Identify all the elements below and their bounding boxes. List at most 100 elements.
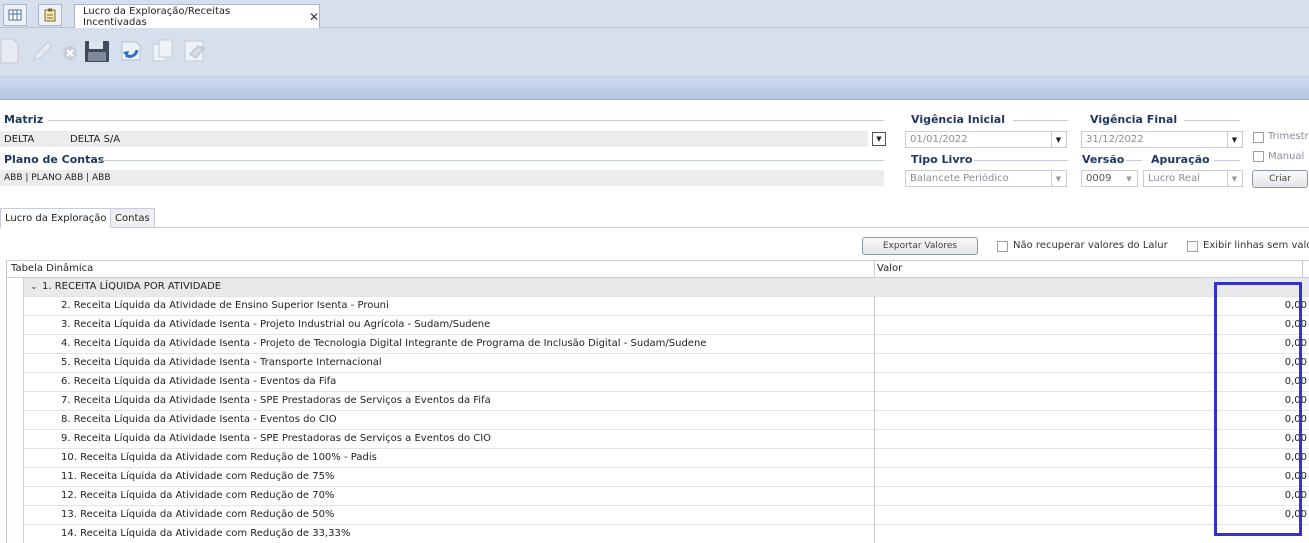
column-separator <box>874 297 875 543</box>
vigencia-inicial-label: Vigência Inicial <box>911 113 1005 126</box>
tipo-livro-dropdown[interactable]: ▼ <box>1051 171 1065 186</box>
row-indicator <box>7 278 24 297</box>
row-label: 3. Receita Líquida da Atividade Isenta -… <box>61 319 491 330</box>
row-label: 8. Receita Líquida da Atividade Isenta -… <box>61 414 337 425</box>
vigencia-final-input[interactable]: 31/12/2022 <box>1081 131 1243 148</box>
table-row[interactable]: 12. Receita Líquida da Atividade com Red… <box>7 487 1309 506</box>
clipboard-icon <box>44 8 56 22</box>
row-label: 7. Receita Líquida da Atividade Isenta -… <box>61 395 491 406</box>
highlight-box <box>1214 282 1302 536</box>
table-row[interactable]: 5. Receita Líquida da Atividade Isenta -… <box>7 354 1309 373</box>
manual-checkbox[interactable] <box>1253 151 1264 162</box>
nao-recuperar-checkbox[interactable] <box>997 241 1008 252</box>
table-row[interactable]: 13. Receita Líquida da Atividade com Red… <box>7 506 1309 525</box>
trimestral-checkbox[interactable] <box>1253 132 1264 143</box>
row-label: 12. Receita Líquida da Atividade com Red… <box>61 490 335 501</box>
vigencia-inicial-dropdown[interactable]: ▼ <box>1051 132 1065 147</box>
divider <box>1126 160 1142 161</box>
versao-value: 0009 <box>1086 173 1112 184</box>
trimestral-label: Trimestr <box>1268 131 1309 142</box>
row-indicator <box>7 392 24 411</box>
chevron-down-icon: ▼ <box>1126 174 1132 183</box>
table-row[interactable]: 6. Receita Líquida da Atividade Isenta -… <box>7 373 1309 392</box>
table-row[interactable]: 4. Receita Líquida da Atividade Isenta -… <box>7 335 1309 354</box>
exibir-linhas-label: Exibir linhas sem valo <box>1203 240 1309 251</box>
tab-contas[interactable]: Contas <box>110 208 155 228</box>
exportar-valores-button[interactable]: Exportar Valores <box>862 237 978 255</box>
matriz-dropdown[interactable]: ▼ <box>872 132 886 146</box>
new-document-icon <box>0 38 19 64</box>
table-row[interactable]: 8. Receita Líquida da Atividade Isenta -… <box>7 411 1309 430</box>
grid-icon <box>8 9 22 21</box>
cancel-icon <box>63 46 77 60</box>
tab-lucro-exploracao-label: Lucro da Exploração <box>5 213 107 224</box>
row-label: 14. Receita Líquida da Atividade com Red… <box>61 528 351 539</box>
row-indicator <box>7 354 24 373</box>
table-row[interactable]: 14. Receita Líquida da Atividade com Red… <box>7 525 1309 543</box>
table-row[interactable]: 7. Receita Líquida da Atividade Isenta -… <box>7 392 1309 411</box>
undo-button[interactable] <box>116 36 146 66</box>
save-button[interactable] <box>82 36 112 66</box>
vigencia-final-value: 31/12/2022 <box>1086 134 1144 145</box>
criar-button[interactable]: Criar <box>1252 170 1308 188</box>
copy-button[interactable] <box>148 36 178 66</box>
tab-divider <box>152 227 1309 228</box>
row-indicator <box>7 373 24 392</box>
table-row[interactable]: 9. Receita Líquida da Atividade Isenta -… <box>7 430 1309 449</box>
tab-lucro-exploracao[interactable]: Lucro da Exploração <box>0 208 112 228</box>
cancel-button[interactable] <box>55 36 85 66</box>
close-tab-icon[interactable]: ✕ <box>309 10 319 24</box>
grid-view-button[interactable] <box>3 4 27 26</box>
row-indicator <box>7 430 24 449</box>
row-indicator <box>7 297 24 316</box>
vigencia-inicial-input[interactable]: 01/01/2022 <box>905 131 1067 148</box>
document-tab[interactable]: Lucro da Exploração/Receitas Incentivada… <box>74 4 320 28</box>
edit-button[interactable] <box>28 36 58 66</box>
chevron-down-icon[interactable]: ⌄ <box>30 282 38 292</box>
table-row[interactable]: 10. Receita Líquida da Atividade com Red… <box>7 449 1309 468</box>
col-valor[interactable]: Valor <box>877 263 902 274</box>
row-indicator <box>7 449 24 468</box>
versao-dropdown[interactable]: ▼ <box>1122 171 1136 186</box>
form-view-button[interactable] <box>38 4 62 26</box>
nao-recuperar-label: Não recuperar valores do Lalur <box>1013 240 1168 251</box>
plano-field <box>0 170 884 186</box>
new-button[interactable] <box>0 36 24 66</box>
divider <box>102 160 884 161</box>
exibir-linhas-checkbox[interactable] <box>1187 241 1198 252</box>
row-label: 11. Receita Líquida da Atividade com Red… <box>61 471 335 482</box>
row-indicator <box>7 316 24 335</box>
apuracao-dropdown[interactable]: ▼ <box>1227 171 1241 186</box>
column-separator <box>1302 261 1303 279</box>
row-indicator <box>7 335 24 354</box>
grid-header: Tabela Dinâmica Valor <box>7 260 1309 279</box>
tipo-livro-label: Tipo Livro <box>911 153 973 166</box>
vigencia-final-dropdown[interactable]: ▼ <box>1227 132 1241 147</box>
plano-label: Plano de Contas <box>4 153 105 166</box>
vigencia-inicial-value: 01/01/2022 <box>910 134 968 145</box>
copy-icon <box>152 39 173 62</box>
undo-icon <box>121 41 141 61</box>
table-row[interactable]: 2. Receita Líquida da Atividade de Ensin… <box>7 297 1309 316</box>
divider <box>1214 160 1240 161</box>
row-indicator <box>7 468 24 487</box>
document-tab-title: Lucro da Exploração/Receitas Incentivada… <box>83 5 231 28</box>
row-label: 13. Receita Líquida da Atividade com Red… <box>61 509 335 520</box>
group-row[interactable]: ⌄ 1. RECEITA LÍQUIDA POR ATIVIDADE <box>7 278 1309 297</box>
separator-bar <box>0 76 1309 100</box>
row-label: 4. Receita Líquida da Atividade Isenta -… <box>61 338 707 349</box>
matriz-name: DELTA S/A <box>70 134 121 145</box>
group-label: 1. RECEITA LÍQUIDA POR ATIVIDADE <box>42 281 222 292</box>
divider <box>48 120 884 121</box>
save-icon <box>85 41 109 62</box>
clear-button[interactable] <box>180 36 210 66</box>
col-tabela-dinamica[interactable]: Tabela Dinâmica <box>11 263 93 274</box>
row-label: 6. Receita Líquida da Atividade Isenta -… <box>61 376 337 387</box>
table-row[interactable]: 11. Receita Líquida da Atividade com Red… <box>7 468 1309 487</box>
matriz-field[interactable] <box>0 131 868 147</box>
table-row[interactable]: 3. Receita Líquida da Atividade Isenta -… <box>7 316 1309 335</box>
tipo-livro-select[interactable]: Balancete Periódico <box>905 170 1067 187</box>
row-label: 10. Receita Líquida da Atividade com Red… <box>61 452 377 463</box>
divider <box>1013 120 1068 121</box>
row-indicator <box>7 487 24 506</box>
